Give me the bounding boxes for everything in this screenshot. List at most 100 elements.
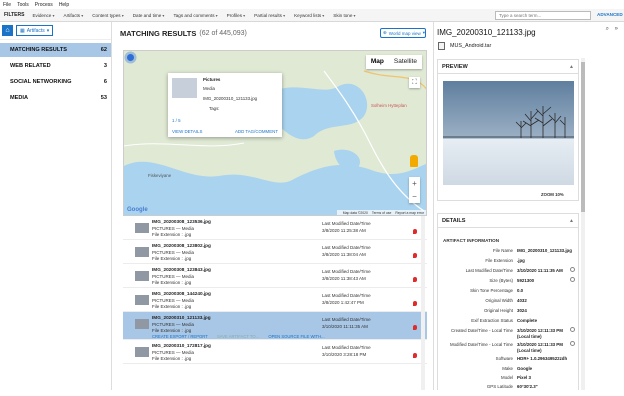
artifacts-dropdown[interactable]: ▦ Artifacts ▾: [16, 25, 54, 36]
filter-evidence[interactable]: Evidence: [32, 13, 54, 18]
zoom-level: ZOOM 10%: [541, 192, 564, 197]
details-header-label: DETAILS: [442, 217, 466, 224]
category-social-networking[interactable]: SOCIAL NETWORKING 6: [0, 75, 111, 89]
chevron-down-icon: ▾: [46, 27, 50, 34]
zoom-out-button[interactable]: −: [409, 190, 420, 203]
terms-link[interactable]: Terms of use: [372, 211, 391, 215]
category-web-related[interactable]: WEB RELATED 3: [0, 59, 111, 73]
menu-process[interactable]: Process: [35, 2, 53, 8]
item-category: PICTURES — Media: [152, 274, 195, 279]
item-extension: File Extension : .jpg: [152, 304, 192, 309]
detail-value: IMG_20200310_121133.jpg: [517, 248, 572, 253]
popup-media: Media: [203, 86, 215, 91]
info-icon[interactable]: [570, 277, 575, 282]
tab-satellite[interactable]: Satellite: [389, 55, 422, 69]
filter-date-time[interactable]: Date and time: [133, 13, 165, 18]
popup-thumbnail: [172, 78, 197, 98]
item-category: PICTURES — Media: [152, 226, 195, 231]
item-extension: File Extension : .jpg: [152, 356, 192, 361]
detail-key: File Extension: [485, 258, 513, 263]
map-cluster-marker[interactable]: [124, 51, 137, 64]
map-pin-icon[interactable]: [413, 325, 417, 330]
category-matching-results[interactable]: MATCHING RESULTS 62: [0, 43, 111, 57]
add-tag-link[interactable]: ADD TAG/COMMENT: [235, 129, 278, 134]
modified-label: Last Modified Date/Time: [322, 221, 371, 226]
filter-profiles[interactable]: Profiles: [227, 13, 245, 18]
collapse-icon[interactable]: »: [615, 26, 618, 32]
map-pin-icon[interactable]: [413, 301, 417, 306]
detail-value: 3/10/2020 12:11:33 PM: [517, 328, 563, 333]
popup-pager[interactable]: 1 / 5: [172, 118, 181, 123]
detail-value: Pixel 3: [517, 375, 531, 380]
preview-header[interactable]: PREVIEW ▲: [438, 60, 578, 74]
search-input[interactable]: [495, 11, 591, 20]
detail-value: 5921300: [517, 278, 535, 283]
details-header[interactable]: DETAILS ▲: [438, 214, 578, 228]
map-pin-icon[interactable]: [413, 353, 417, 358]
advanced-link[interactable]: ADVANCED: [597, 12, 623, 17]
category-label: MEDIA: [10, 95, 29, 101]
thumbnail: [135, 295, 149, 305]
category-media[interactable]: MEDIA 53: [0, 91, 111, 105]
info-icon[interactable]: [570, 267, 575, 272]
map-popup: Pictures Media IMG_20200310_121133.jpg T…: [168, 73, 282, 137]
item-extension: File Extension : .jpg: [152, 280, 192, 285]
tab-map[interactable]: Map: [366, 55, 389, 69]
filter-artifacts[interactable]: Artifacts: [64, 13, 84, 18]
menu-tools[interactable]: Tools: [17, 2, 29, 8]
map-view[interactable]: Fiskeviyane Solheim Hytteplan Map Satell…: [123, 50, 427, 216]
popup-tags: Tags:: [209, 106, 220, 111]
thumbnail: [135, 347, 149, 357]
create-export-link[interactable]: CREATE EXPORT / REPORT: [152, 334, 208, 339]
detail-key: Exif Extraction Status: [471, 318, 513, 323]
pegman-icon[interactable]: [410, 155, 418, 167]
map-pin-icon[interactable]: [413, 253, 417, 258]
filter-partial-results[interactable]: Partial results: [254, 13, 285, 18]
info-icon[interactable]: [570, 341, 575, 346]
item-name: IMG_20200308_123802.jpg: [152, 243, 211, 248]
detail-value: 3/10/2020 11:11:35 AM: [517, 268, 563, 273]
detail-key: Modified Date/Time - Local Time: [449, 342, 513, 347]
detail-key: File Name: [492, 248, 513, 253]
list-scrollbar[interactable]: [421, 216, 425, 390]
map-view-dropdown[interactable]: ⊕ World map view ▾: [380, 28, 426, 38]
list-item[interactable]: IMG_20200308_123802.jpg PICTURES — Media…: [123, 240, 427, 264]
zoom-in-button[interactable]: +: [409, 177, 420, 190]
item-extension: File Extension : .jpg: [152, 328, 192, 333]
list-item[interactable]: IMG_20200308_123843.jpg PICTURES — Media…: [123, 264, 427, 288]
map-pin-icon[interactable]: [413, 277, 417, 282]
chevron-up-icon[interactable]: ▲: [569, 64, 574, 70]
category-count: 3: [103, 63, 107, 69]
list-item[interactable]: IMG_20200308_123536.jpg PICTURES — Media…: [123, 216, 427, 240]
details-scrollbar[interactable]: [581, 58, 585, 390]
winter-photo: [443, 81, 574, 185]
details-title: IMG_20200310_121133.jpg: [437, 28, 536, 37]
report-error-link[interactable]: Report a map error: [395, 211, 424, 215]
save-artifact-link[interactable]: SAVE ARTIFACT TO...: [217, 334, 259, 339]
menu-help[interactable]: Help: [59, 2, 69, 8]
list-item[interactable]: IMG_20200308_144240.jpg PICTURES — Media…: [123, 288, 427, 312]
map-pin-icon[interactable]: [413, 229, 417, 234]
detail-value: HDR+ 1.0.296349522zdh: [517, 356, 568, 361]
scrollbar-thumb[interactable]: [581, 62, 585, 212]
thumbnail: [135, 223, 149, 233]
filter-tags-comments[interactable]: Tags and comments: [173, 13, 217, 18]
search-icon[interactable]: ⌕: [606, 26, 609, 32]
item-category: PICTURES — Media: [152, 350, 195, 355]
archive-icon: [438, 42, 445, 50]
list-item[interactable]: IMG_20200310_172817.jpg PICTURES — Media…: [123, 340, 427, 364]
fullscreen-button[interactable]: ⛶: [409, 77, 420, 88]
detail-row: Created Date/Time - Local Time 3/10/2020 …: [438, 327, 580, 340]
menu-file[interactable]: File: [3, 2, 11, 8]
detail-value: Google: [517, 366, 533, 371]
view-details-link[interactable]: VIEW DETAILS: [172, 129, 202, 134]
list-item-selected[interactable]: IMG_20200310_121133.jpg PICTURES — Media…: [123, 312, 427, 340]
detail-value: .jpg: [517, 258, 525, 263]
home-button[interactable]: ⌂: [2, 25, 13, 36]
open-source-link[interactable]: OPEN SOURCE FILE WITH...: [268, 334, 324, 339]
filter-keyword-lists[interactable]: Keyword lists: [294, 13, 324, 18]
info-icon[interactable]: [570, 327, 575, 332]
filter-skin-tone[interactable]: Skin tone: [333, 13, 355, 18]
filter-content-types[interactable]: Content types: [92, 13, 123, 18]
chevron-up-icon[interactable]: ▲: [569, 218, 574, 224]
